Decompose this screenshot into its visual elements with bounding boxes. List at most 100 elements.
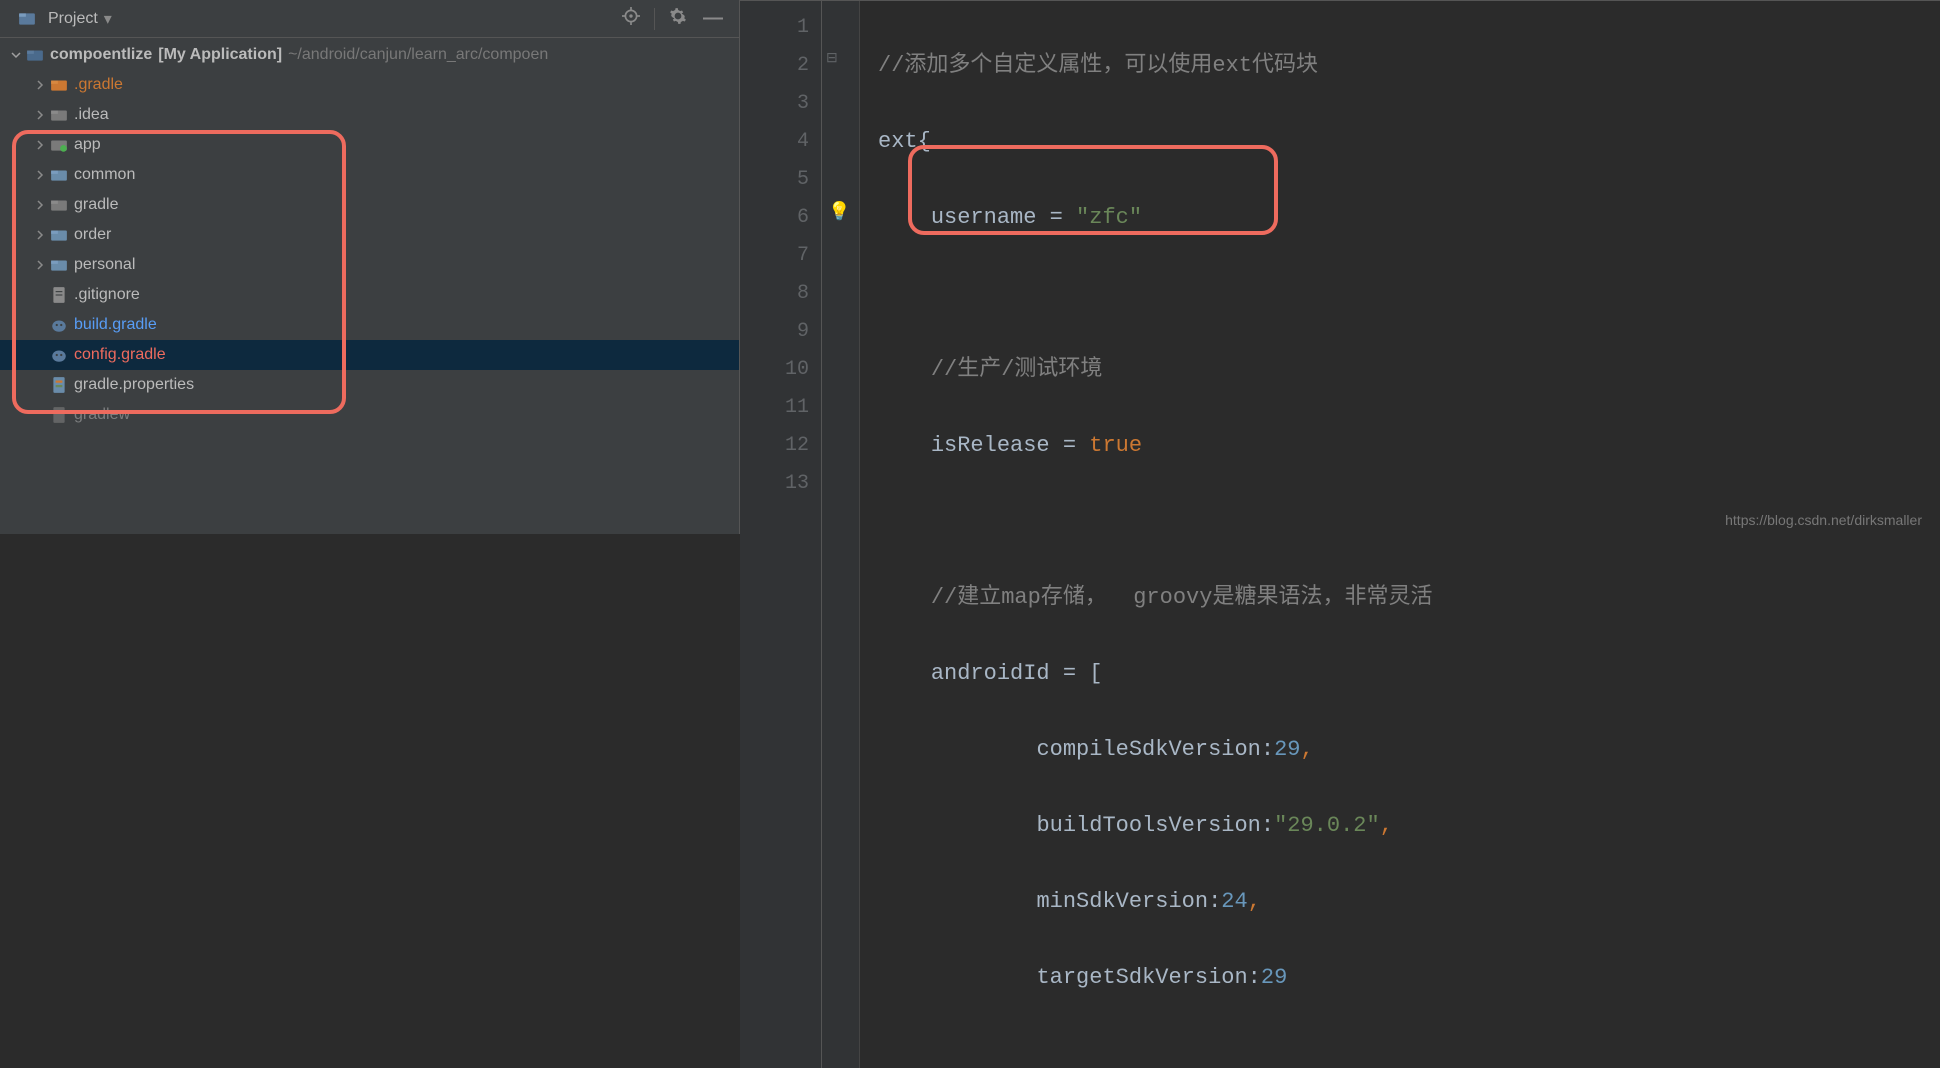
gradle-icon [48,346,70,364]
code-area[interactable]: 1 2 3 4 5 6 7 8 9 10 11 12 13 ⊟ 💡 //添加多个… [740,1,1940,1068]
code-token: 29 [1261,965,1287,990]
line-number: 5 [740,161,809,199]
line-number: 10 [740,351,809,389]
code-token: buildToolsVersion [1036,813,1260,838]
code-token: , [1300,737,1313,762]
module-folder-icon [48,166,70,184]
properties-icon [48,376,70,394]
code-token: //生产/测试环境 [931,357,1103,382]
code-token: "zfc" [1076,205,1142,230]
tree-item[interactable]: gradle.properties [0,370,739,400]
line-number: 3 [740,85,809,123]
editor-panel: ivity.java × personal × config.gradle × … [740,0,1940,534]
chevron-right-icon[interactable] [32,200,48,210]
project-title: Project [48,10,98,28]
dropdown-arrow-icon: ▾ [104,9,112,29]
folder-icon [48,196,70,214]
tree-item[interactable]: order [0,220,739,250]
code-token: : [1261,737,1274,762]
file-icon [48,406,70,424]
module-folder-icon [48,256,70,274]
item-label: gradle.properties [74,376,194,394]
project-view-selector[interactable]: Project ▾ [8,5,120,33]
code-token: minSdkVersion [1036,889,1208,914]
item-label: personal [74,256,135,274]
line-number: 7 [740,237,809,275]
code-token: { [918,129,931,154]
tree-item[interactable]: app [0,130,739,160]
tree-item[interactable]: .gradle [0,70,739,100]
intention-bulb-icon[interactable]: 💡 [828,201,850,222]
project-header: Project ▾ — [0,0,739,38]
item-label: build.gradle [74,316,157,334]
line-number: 2 [740,47,809,85]
project-tree: compoentlize [My Application] ~/android/… [0,38,739,534]
line-number: 13 [740,465,809,503]
line-number: 1 [740,9,809,47]
code-token: 24 [1221,889,1247,914]
tree-item[interactable]: common [0,160,739,190]
tree-item[interactable]: gradlew [0,400,739,430]
tree-item[interactable]: .idea [0,100,739,130]
code-token: 29 [1274,737,1300,762]
locate-icon[interactable] [614,3,648,34]
module-folder-icon [48,226,70,244]
code-token: , [1248,889,1261,914]
module-icon [24,46,46,64]
root-path: ~/android/canjun/learn_arc/compoen [288,46,548,64]
module-folder-icon [48,136,70,154]
gradle-icon [48,316,70,334]
code-token: ext [878,129,918,154]
code-token: : [1208,889,1221,914]
line-gutter: 1 2 3 4 5 6 7 8 9 10 11 12 13 [740,1,822,1068]
line-number: 9 [740,313,809,351]
tree-item[interactable]: build.gradle [0,310,739,340]
code-token: "29.0.2" [1274,813,1380,838]
code-token: true [1089,433,1142,458]
code-token: //建立map存储， groovy是糖果语法，非常灵活 [931,585,1433,610]
item-label: gradle [74,196,118,214]
item-label: config.gradle [74,346,166,364]
divider [654,8,655,30]
chevron-right-icon[interactable] [32,170,48,180]
project-icon [16,10,38,28]
code-token: //添加多个自定义属性，可以使用ext代码块 [878,53,1318,78]
code-token: compileSdkVersion [1036,737,1260,762]
chevron-right-icon[interactable] [32,110,48,120]
line-number: 8 [740,275,809,313]
folder-icon [48,106,70,124]
tree-item[interactable]: gradle [0,190,739,220]
gutter-icons: ⊟ 💡 [822,1,860,1068]
chevron-right-icon[interactable] [32,230,48,240]
code-token: isRelease = [931,433,1089,458]
code-content[interactable]: //添加多个自定义属性，可以使用ext代码块 ext{ username = "… [860,1,1940,1068]
code-token: androidId = [ [931,661,1103,686]
code-token: : [1248,965,1261,990]
chevron-right-icon[interactable] [32,80,48,90]
code-token: targetSdkVersion [1036,965,1247,990]
item-label: .gradle [74,76,123,94]
item-label: .gitignore [74,286,140,304]
line-number: 12 [740,427,809,465]
file-icon [48,286,70,304]
fold-marker-icon[interactable]: ⊟ [826,49,838,66]
collapse-icon[interactable]: — [695,3,731,34]
line-number: 6 [740,199,809,237]
chevron-right-icon[interactable] [32,260,48,270]
gear-icon[interactable] [661,3,695,34]
tree-item[interactable]: .gitignore [0,280,739,310]
code-token: , [1380,813,1393,838]
item-label: common [74,166,135,184]
item-label: gradlew [74,406,130,424]
item-label: .idea [74,106,109,124]
chevron-down-icon[interactable] [8,50,24,60]
tree-item[interactable]: personal [0,250,739,280]
root-bracket: [My Application] [158,46,282,64]
chevron-right-icon[interactable] [32,140,48,150]
tree-root[interactable]: compoentlize [My Application] ~/android/… [0,40,739,70]
watermark: https://blog.csdn.net/dirksmaller [1725,512,1922,528]
root-name: compoentlize [50,46,152,64]
item-label: order [74,226,111,244]
code-token: username = [931,205,1076,230]
tree-item[interactable]: config.gradle [0,340,739,370]
